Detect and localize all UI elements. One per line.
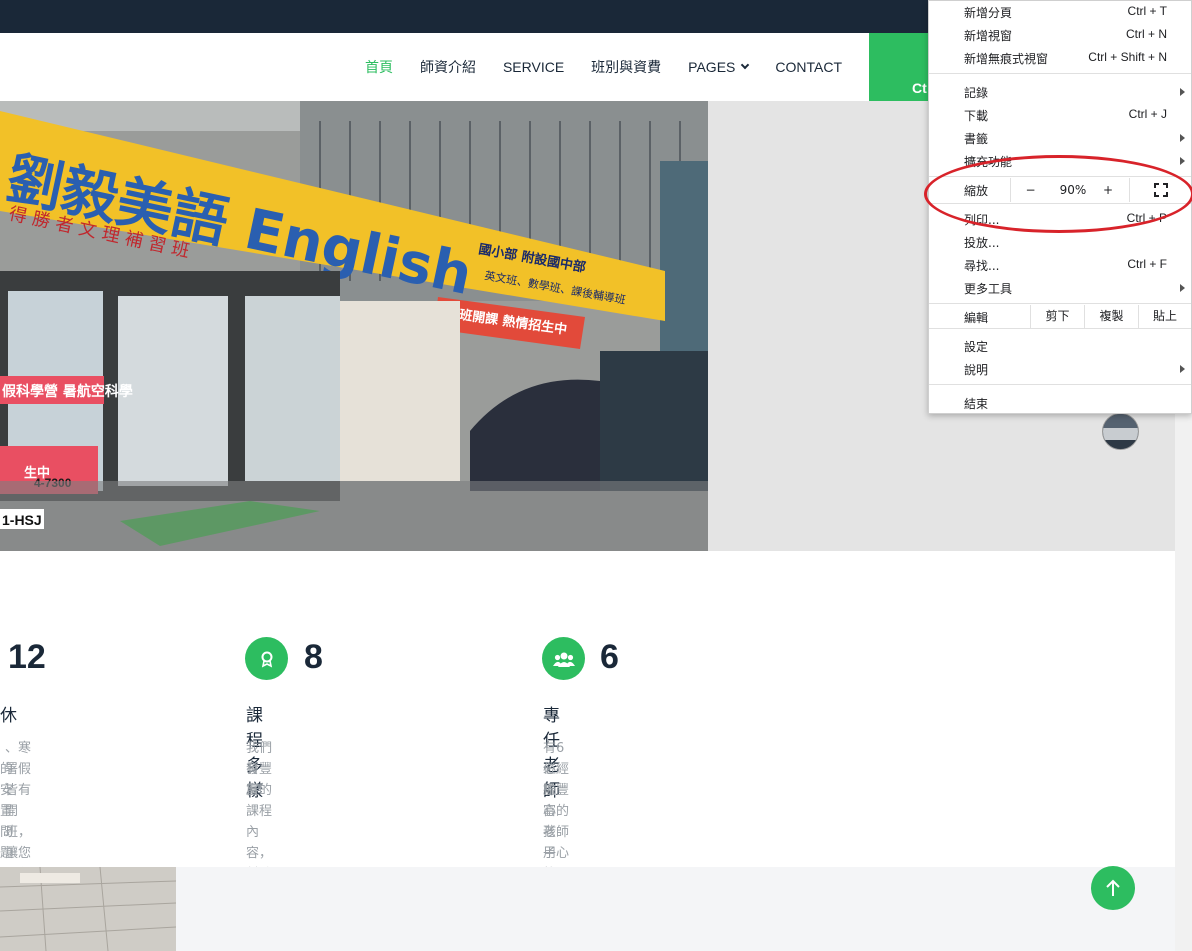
menu-separator <box>929 176 1191 177</box>
menu-exit[interactable]: 結束 <box>929 392 1191 415</box>
menu-bookmarks[interactable]: 書籤 <box>929 127 1191 150</box>
back-to-top-button[interactable] <box>1091 866 1135 910</box>
cta-label: Ct <box>912 80 927 96</box>
arrow-up-icon <box>1106 879 1120 896</box>
menu-separator <box>929 203 1191 204</box>
zoom-in-button[interactable]: + <box>1096 178 1120 202</box>
stat-number: 12 <box>8 638 46 676</box>
chevron-right-icon <box>1180 134 1185 142</box>
chat-avatar[interactable] <box>1102 413 1139 450</box>
menu-label: 尋找... <box>964 259 1000 273</box>
menu-more-tools[interactable]: 更多工具 <box>929 277 1191 300</box>
stat-title: 休 <box>0 706 17 726</box>
users-icon <box>542 637 585 680</box>
chevron-right-icon <box>1180 365 1185 373</box>
menu-shortcut: Ctrl + N <box>1125 27 1167 41</box>
menu-shortcut: Ctrl + T <box>1127 4 1167 18</box>
award-icon <box>245 637 288 680</box>
menu-label: 書籤 <box>964 132 989 146</box>
fullscreen-icon <box>1154 183 1168 197</box>
zoom-out-button[interactable]: − <box>1010 178 1050 202</box>
nav-teachers[interactable]: 師資介紹 <box>420 57 476 77</box>
menu-new-window[interactable]: 新增視窗 Ctrl + N <box>929 24 1191 47</box>
menu-label: 結束 <box>964 397 989 411</box>
menu-separator <box>929 303 1191 304</box>
menu-label: 說明 <box>964 363 989 377</box>
fullscreen-button[interactable] <box>1129 178 1191 202</box>
classroom-image <box>0 867 176 951</box>
stat-desc-line-2: 發展 <box>246 762 260 798</box>
nav-classes-fees[interactable]: 班別與資費 <box>591 57 661 77</box>
menu-help[interactable]: 說明 <box>929 358 1191 381</box>
browser-context-menu: 新增分頁 Ctrl + T 新增視窗 Ctrl + N 新增無痕式視窗 Ctrl + … <box>928 0 1192 414</box>
zoom-value: 90% <box>1059 183 1087 197</box>
menu-edit-row: 編輯 剪下 複製 貼上 <box>929 305 1191 328</box>
menu-shortcut: Ctrl + P <box>1126 211 1167 225</box>
menu-separator <box>929 384 1191 385</box>
menu-label: 新增無痕式視窗 <box>964 52 1049 66</box>
edit-label: 編輯 <box>964 311 989 325</box>
bottom-section <box>176 867 1175 951</box>
nav-service[interactable]: SERVICE <box>503 59 564 75</box>
stat-number: 6 <box>600 638 619 676</box>
chevron-right-icon <box>1180 157 1185 165</box>
menu-print[interactable]: 列印... Ctrl + P <box>929 208 1191 231</box>
nav-pages[interactable]: PAGES <box>688 59 750 75</box>
zoom-label: 縮放 <box>964 184 989 198</box>
nav-contact[interactable]: CONTACT <box>775 59 842 75</box>
menu-label: 新增分頁 <box>964 6 1013 20</box>
menu-label: 投放... <box>964 236 1000 250</box>
menu-find[interactable]: 尋找... Ctrl + F <box>929 254 1191 277</box>
menu-settings[interactable]: 設定 <box>929 335 1191 358</box>
menu-label: 記錄 <box>964 86 989 100</box>
menu-separator <box>929 73 1191 74</box>
menu-new-tab[interactable]: 新增分頁 Ctrl + T <box>929 1 1191 24</box>
copy-button[interactable]: 複製 <box>1084 305 1138 328</box>
stat-number: 8 <box>304 638 323 676</box>
cut-button[interactable]: 剪下 <box>1030 305 1084 328</box>
menu-label: 新增視窗 <box>964 29 1013 43</box>
menu-shortcut: Ctrl + F <box>1127 257 1167 271</box>
menu-incognito[interactable]: 新增無痕式視窗 Ctrl + Shift + N <box>929 47 1191 70</box>
menu-shortcut: Ctrl + Shift + N <box>1088 50 1167 64</box>
license-plate: 1-HSJ <box>2 512 42 528</box>
main-nav: 首頁 師資介紹 SERVICE 班別與資費 PAGES CONTACT <box>338 33 842 101</box>
stat-desc-line-2: 的安置問題 <box>0 762 14 861</box>
nav-home[interactable]: 首頁 <box>365 57 393 77</box>
chevron-down-icon <box>741 60 750 70</box>
chevron-right-icon <box>1180 88 1185 96</box>
nav-pages-label: PAGES <box>688 59 736 75</box>
menu-separator <box>929 328 1191 329</box>
hero-image: 劉毅美語 English 得 勝 者 文 理 補 習 班 國小部 附設國中部 英… <box>0 101 708 551</box>
chevron-right-icon <box>1180 284 1185 292</box>
paste-button[interactable]: 貼上 <box>1138 305 1191 328</box>
menu-label: 更多工具 <box>964 282 1013 296</box>
menu-label: 擴充功能 <box>964 155 1013 169</box>
menu-history[interactable]: 記錄 <box>929 81 1191 104</box>
menu-label: 設定 <box>964 340 989 354</box>
menu-extensions[interactable]: 擴充功能 <box>929 150 1191 173</box>
menu-shortcut: Ctrl + J <box>1128 107 1167 121</box>
menu-downloads[interactable]: 下載 Ctrl + J <box>929 104 1191 127</box>
menu-cast[interactable]: 投放... <box>929 231 1191 254</box>
menu-label: 下載 <box>964 109 989 123</box>
storefront-photo: 劉毅美語 English 得 勝 者 文 理 補 習 班 國小部 附設國中部 英… <box>0 101 708 551</box>
left-sign-text: 假科學營 暑航空科學 <box>2 383 133 400</box>
menu-zoom-row: 縮放 − 90% + <box>929 178 1191 202</box>
menu-label: 列印... <box>964 213 1000 227</box>
